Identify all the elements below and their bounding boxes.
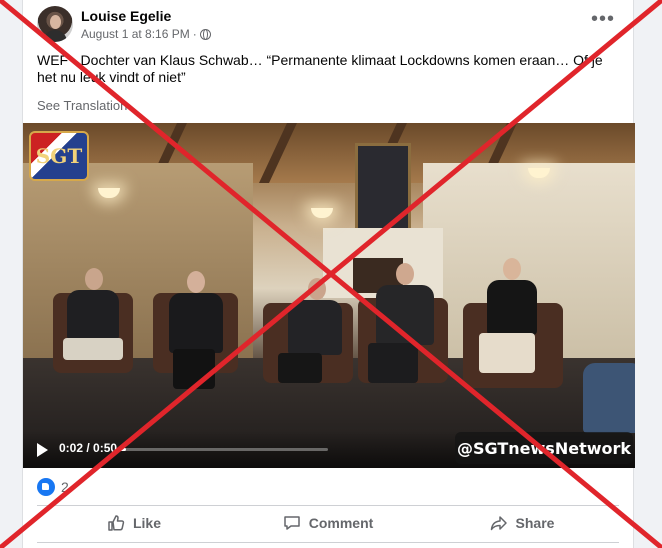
video-person-head <box>503 258 521 280</box>
comment-label: Comment <box>308 515 374 531</box>
video-person-body <box>288 300 342 355</box>
post-text: WEF - Dochter van Klaus Schwab… “Permane… <box>37 52 603 85</box>
video-person-legs <box>278 353 322 383</box>
video-person-body <box>583 363 635 433</box>
video-time: 0:02 / 0:50 <box>59 441 118 455</box>
like-button[interactable]: Like <box>37 508 231 538</box>
video-player[interactable]: SGT 0:02 / 0:50 @SGTnewsNetwork <box>23 123 635 468</box>
video-person-head <box>396 263 414 285</box>
video-person-legs <box>368 343 418 383</box>
globe-icon <box>199 28 211 40</box>
video-person-legs <box>173 349 215 389</box>
like-reaction-icon <box>37 478 55 496</box>
action-bar: Like Comment Share <box>37 508 619 538</box>
divider <box>37 505 619 506</box>
avatar-face <box>50 15 61 29</box>
like-icon <box>108 515 125 531</box>
video-progress-fill <box>118 448 127 451</box>
meta-separator: · <box>192 27 197 41</box>
comment-icon <box>283 516 300 530</box>
see-translation-link[interactable]: See Translation <box>37 98 127 113</box>
more-icon[interactable]: ••• <box>591 9 615 29</box>
video-person-head <box>187 271 205 293</box>
post-header: Louise Egelie August 1 at 8:16 PM · ••• <box>37 6 619 46</box>
share-icon <box>490 516 507 531</box>
comment-button[interactable]: Comment <box>231 508 425 538</box>
video-person-head <box>85 268 103 290</box>
play-icon[interactable] <box>37 443 48 457</box>
author-name[interactable]: Louise Egelie <box>81 8 171 24</box>
video-person-body <box>487 280 537 335</box>
channel-logo: SGT <box>29 131 89 181</box>
avatar[interactable] <box>37 6 73 42</box>
divider <box>37 542 619 543</box>
post-meta: August 1 at 8:16 PM · <box>81 27 211 41</box>
post-timestamp[interactable]: August 1 at 8:16 PM <box>81 27 190 41</box>
video-lamp <box>311 208 333 218</box>
channel-watermark: @SGTnewsNetwork <box>455 432 633 464</box>
like-label: Like <box>132 515 161 531</box>
post-card: Louise Egelie August 1 at 8:16 PM · ••• … <box>22 0 635 548</box>
reaction-summary[interactable]: 2 <box>37 478 69 496</box>
reaction-count: 2 <box>61 479 69 495</box>
video-person-head <box>308 278 326 300</box>
avatar-shoulders <box>43 30 67 42</box>
video-painting <box>355 143 411 233</box>
share-label: Share <box>515 515 555 531</box>
video-person-legs <box>479 333 535 373</box>
video-person-body <box>376 285 434 345</box>
share-button[interactable]: Share <box>425 508 619 538</box>
video-progress[interactable] <box>118 448 328 451</box>
video-person-body <box>169 293 223 353</box>
video-person-body <box>67 290 119 340</box>
video-person-legs <box>63 338 123 360</box>
